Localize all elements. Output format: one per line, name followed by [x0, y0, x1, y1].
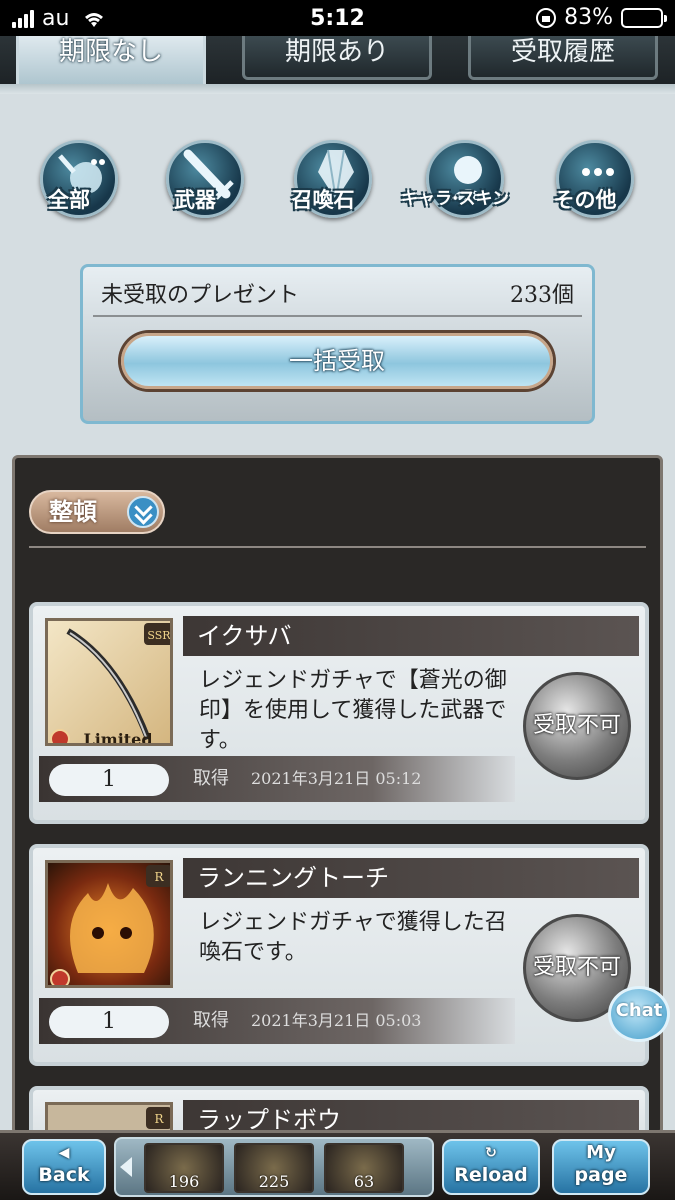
category-label: キャラ·スキン	[401, 189, 509, 209]
acquired-date: 2021年3月21日 05:12	[251, 769, 422, 788]
divider	[93, 315, 582, 317]
item-quantity: 1	[49, 764, 169, 796]
tab-rail	[0, 84, 675, 94]
limited-badge: Limited	[83, 730, 152, 746]
acquired-label: 取得	[193, 768, 229, 789]
unclaimed-count: 233個	[510, 283, 574, 308]
tab-label: 期限なし	[58, 37, 163, 67]
category-label: その他	[553, 188, 617, 212]
item-quantity: 1	[49, 1006, 169, 1038]
category-summon[interactable]: 召喚石	[268, 120, 378, 230]
back-button[interactable]: ◀ Back	[22, 1139, 106, 1195]
item-thumbnail: SSR Limited	[45, 618, 173, 746]
unclaimed-title: 未受取のプレゼント	[101, 283, 300, 308]
category-character[interactable]: キャラ·スキン	[400, 120, 510, 230]
sort-label: 整頓	[49, 498, 97, 526]
slot-count: 63	[353, 1172, 375, 1191]
tab-bar: 期限なし 期限あり 受取履歴	[0, 36, 675, 94]
battery-icon	[621, 7, 667, 28]
bottom-nav: ◀ Back 196 225 63 ↻ Reload My page	[0, 1130, 675, 1200]
tab-history[interactable]: 受取履歴	[468, 36, 658, 80]
category-other[interactable]: その他	[530, 120, 640, 230]
rarity-badge: SSR	[147, 629, 171, 642]
item-description: レジェンドガチャで【蒼光の御印】を使用して獲得した武器です。	[199, 668, 507, 753]
mypage-top-label: My	[586, 1142, 616, 1163]
item-thumbnail: R	[45, 860, 173, 988]
present-item: R ランニングトーチ レジェンドガチャで獲得した召喚石です。 受取不可 1 取得…	[29, 844, 649, 1066]
item-name: ランニングトーチ	[183, 858, 639, 898]
claim-unavailable-button[interactable]: 受取不可	[523, 672, 631, 780]
rarity-badge: R	[154, 1112, 164, 1126]
battery-percent: 83%	[564, 5, 613, 30]
category-weapon[interactable]: 武器	[140, 120, 250, 230]
category-label: 武器	[174, 188, 216, 212]
reload-label: Reload	[454, 1164, 528, 1186]
slot-count: 225	[258, 1172, 290, 1191]
category-all[interactable]: 全部	[14, 120, 124, 230]
flame-creature-icon: R	[50, 865, 170, 985]
tab-label: 受取履歴	[510, 37, 615, 67]
present-list-panel: 整頓 SSR Limited イクサバ レジェンドガチャで【蒼光の御印】を使用し…	[12, 455, 663, 1162]
item-shortcut-strip: 196 225 63	[114, 1137, 434, 1197]
acquired-label: 取得	[193, 1010, 229, 1031]
rarity-badge: R	[154, 870, 164, 884]
item-slot[interactable]: 63	[324, 1143, 404, 1193]
item-name: イクサバ	[183, 616, 639, 656]
rotation-lock-icon	[536, 7, 557, 28]
item-footer: 1 取得 2021年3月21日 05:03	[39, 998, 515, 1044]
katana-icon: SSR Limited	[50, 623, 171, 746]
unclaimed-presents-box: 未受取のプレゼント 233個 一括受取	[80, 264, 595, 424]
acquired-date: 2021年3月21日 05:03	[251, 1011, 422, 1030]
tab-with-expiry[interactable]: 期限あり	[242, 36, 432, 80]
back-arrow-icon: ◀	[58, 1145, 70, 1161]
mypage-button[interactable]: My page	[552, 1139, 650, 1195]
mypage-label: page	[574, 1164, 628, 1186]
item-slot[interactable]: 196	[144, 1143, 224, 1193]
category-filter: 全部 武器 召喚石 キャラ·スキン その他	[0, 120, 675, 230]
status-bar: au 5:12 83%	[0, 0, 675, 36]
chevron-down-icon	[127, 496, 159, 528]
bulk-claim-button[interactable]: 一括受取	[121, 333, 553, 389]
item-slot[interactable]: 225	[234, 1143, 314, 1193]
sort-button[interactable]: 整頓	[29, 490, 165, 534]
divider	[29, 546, 646, 548]
category-label: 召喚石	[291, 188, 355, 212]
category-label: 全部	[48, 188, 90, 212]
tab-label: 期限あり	[284, 37, 389, 67]
chevron-left-icon[interactable]	[120, 1157, 132, 1177]
reload-icon: ↻	[485, 1145, 497, 1161]
reload-button[interactable]: ↻ Reload	[442, 1139, 540, 1195]
present-item: SSR Limited イクサバ レジェンドガチャで【蒼光の御印】を使用して獲得…	[29, 602, 649, 824]
item-footer: 1 取得 2021年3月21日 05:12	[39, 756, 515, 802]
back-label: Back	[38, 1164, 90, 1186]
slot-count: 196	[168, 1172, 200, 1191]
chat-button[interactable]: Chat	[608, 986, 670, 1042]
item-description: レジェンドガチャで獲得した召喚石です。	[199, 910, 507, 965]
